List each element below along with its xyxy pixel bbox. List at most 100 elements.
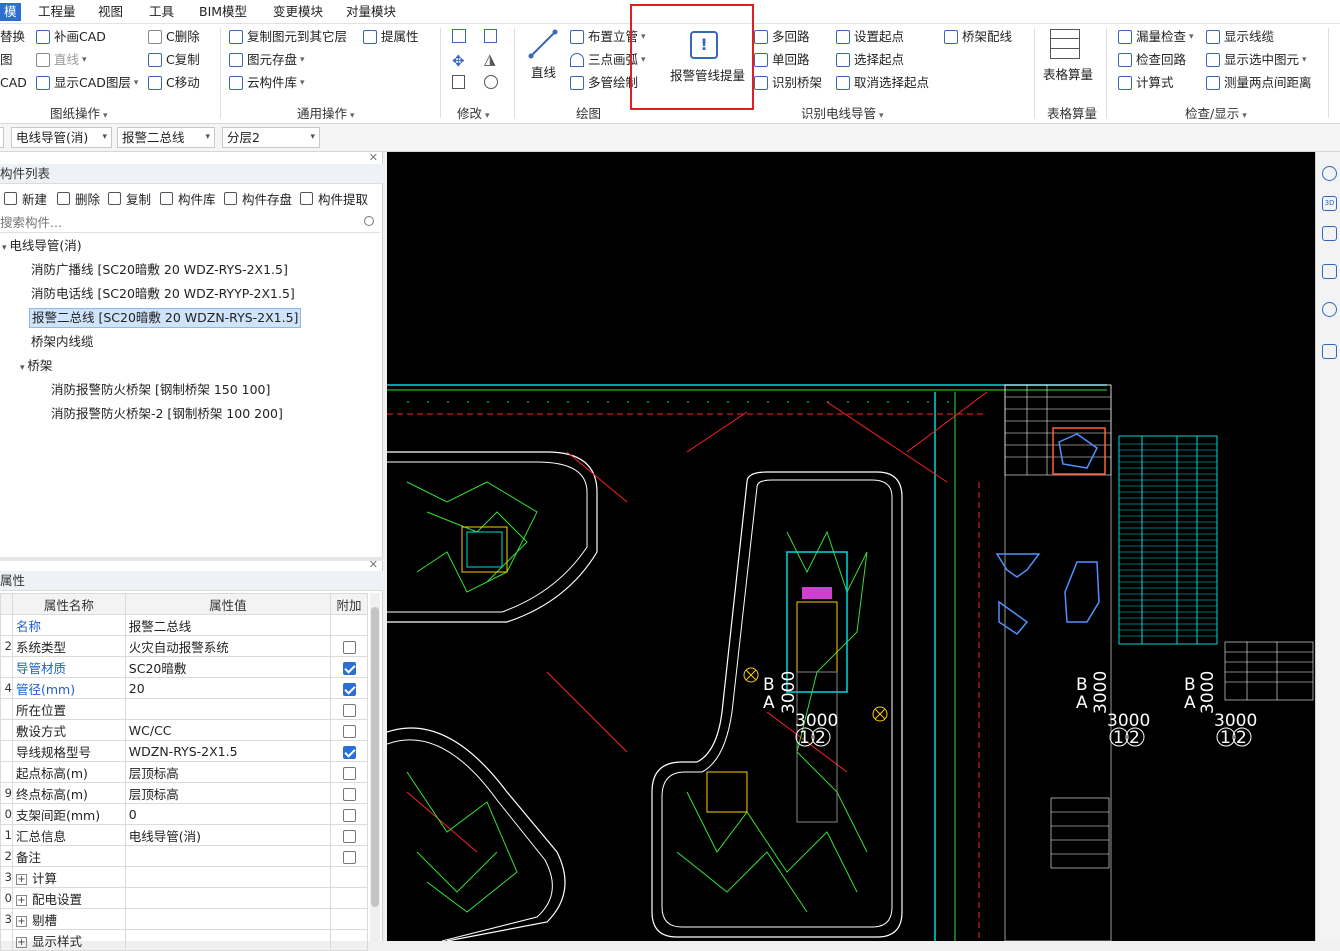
cloud-library-button[interactable]: 云构件库 ▾ bbox=[229, 73, 305, 93]
measure-distance-button[interactable]: 测量两点间距离 bbox=[1206, 73, 1312, 93]
property-row[interactable]: 0 支架间距(mm) 0 bbox=[0, 803, 368, 825]
menu-item-change[interactable]: 变更模块 bbox=[269, 3, 327, 21]
search-input[interactable] bbox=[0, 213, 380, 233]
expand-icon[interactable]: + bbox=[15, 873, 27, 885]
copy-tool-icon[interactable] bbox=[452, 29, 466, 43]
menu-item-bim-model[interactable]: BIM模型 bbox=[195, 3, 251, 21]
extra-checkbox[interactable] bbox=[342, 829, 356, 843]
tree-item-selected[interactable]: 报警二总线 [SC20暗敷 20 WDZN-RYS-2X1.5] bbox=[29, 308, 302, 328]
extra-checkbox[interactable] bbox=[342, 682, 356, 696]
show-selected-button[interactable]: 显示选中图元 ▾ bbox=[1206, 50, 1307, 70]
property-value[interactable]: 层顶标高 bbox=[124, 782, 332, 804]
menu-item-tools[interactable]: 工具 bbox=[145, 3, 178, 21]
component-extract-button[interactable]: 构件提取 bbox=[300, 189, 368, 208]
expand-icon[interactable]: + bbox=[15, 915, 27, 927]
show-cables-button[interactable]: 显示线缆 bbox=[1206, 27, 1274, 47]
component-save-button[interactable]: 构件存盘 bbox=[224, 189, 292, 208]
extra-checkbox[interactable] bbox=[342, 724, 356, 738]
component-library-button[interactable]: 构件库 bbox=[160, 189, 216, 208]
new-button[interactable]: 新建 bbox=[4, 189, 47, 208]
property-value[interactable]: 火灾自动报警系统 bbox=[124, 635, 332, 657]
alarm-pipe-quantity-button[interactable]: 报警管线提量 bbox=[670, 65, 745, 84]
property-value[interactable] bbox=[124, 929, 332, 951]
drawing-button[interactable]: 图 bbox=[0, 50, 13, 70]
element-save-button[interactable]: 图元存盘 ▾ bbox=[229, 50, 305, 70]
extra-checkbox[interactable] bbox=[342, 787, 356, 801]
reflect-tool-icon[interactable]: ◮ bbox=[484, 50, 496, 68]
property-value[interactable]: 0 bbox=[124, 803, 332, 825]
menu-item-reconcile[interactable]: 对量模块 bbox=[342, 3, 400, 21]
single-circuit-button[interactable]: 单回路 bbox=[754, 50, 810, 70]
component-select[interactable]: 报警二总线 ▾ bbox=[117, 127, 215, 148]
orbit-icon[interactable] bbox=[1322, 166, 1337, 181]
property-row[interactable]: 名称 报警二总线 bbox=[0, 614, 368, 636]
property-row[interactable]: 3 + 剔槽 bbox=[0, 908, 368, 930]
move-tool-icon[interactable]: ✥ bbox=[452, 52, 465, 70]
extra-checkbox[interactable] bbox=[342, 808, 356, 822]
property-value[interactable]: 电线导管(消) bbox=[124, 824, 332, 846]
scrollbar-thumb[interactable] bbox=[371, 607, 379, 907]
property-value[interactable]: 层顶标高 bbox=[124, 761, 332, 783]
menu-item-model[interactable]: 模 bbox=[0, 3, 21, 21]
line-button-disabled[interactable]: 直线 ▾ bbox=[36, 50, 87, 70]
property-value[interactable]: 20 bbox=[124, 677, 332, 699]
alarm-pipe-icon[interactable]: ! bbox=[690, 31, 718, 59]
multi-pipe-draw-button[interactable]: 多管绘制 bbox=[570, 73, 638, 93]
property-row[interactable]: 9 终点标高(m) 层顶标高 bbox=[0, 782, 368, 804]
straight-line-label[interactable]: 直线 bbox=[531, 62, 556, 81]
property-value[interactable] bbox=[124, 845, 332, 867]
menu-item-quantity[interactable]: 工程量 bbox=[34, 3, 80, 21]
box-view-icon[interactable] bbox=[1322, 264, 1337, 279]
copy-to-other-layer-button[interactable]: 复制图元到其它层 bbox=[229, 27, 347, 47]
property-row[interactable]: + 显示样式 bbox=[0, 929, 368, 951]
replace-button[interactable]: 替换 bbox=[0, 27, 25, 47]
table-calc-button[interactable]: 表格算量 bbox=[1043, 64, 1093, 83]
cube-view-icon[interactable] bbox=[1322, 226, 1337, 241]
property-value[interactable]: SC20暗敷 bbox=[124, 656, 332, 678]
close-icon[interactable]: ✕ bbox=[369, 558, 378, 571]
tree-item[interactable]: 消防报警防火桥架-2 [钢制桥架 100 200] bbox=[51, 404, 283, 424]
property-row[interactable]: 所在位置 bbox=[0, 698, 368, 720]
tree-item[interactable]: 消防电话线 [SC20暗敷 20 WDZ-RYYP-2X1.5] bbox=[31, 284, 295, 304]
properties-scrollbar[interactable] bbox=[370, 593, 380, 941]
property-value[interactable]: WDZN-RYS-2X1.5 bbox=[124, 740, 332, 762]
set-start-button[interactable]: 设置起点 bbox=[836, 27, 904, 47]
identify-tray-button[interactable]: 识别桥架 bbox=[754, 73, 822, 93]
cad-drawing[interactable]: B A 3000 3000 1 2 B A 3000 3000 1 2 B A … bbox=[387, 152, 1315, 941]
select-start-button[interactable]: 选择起点 bbox=[836, 50, 904, 70]
layer-view-icon[interactable] bbox=[1322, 344, 1337, 359]
property-row[interactable]: 0 + 配电设置 bbox=[0, 887, 368, 909]
expand-icon[interactable]: + bbox=[15, 894, 27, 906]
category-select[interactable]: 电线导管(消) ▾ bbox=[11, 127, 112, 148]
extra-checkbox[interactable] bbox=[342, 745, 356, 759]
property-row[interactable]: 4 管径(mm) 20 bbox=[0, 677, 368, 699]
tray-wiring-button[interactable]: 桥架配线 bbox=[944, 27, 1012, 47]
straight-line-icon[interactable] bbox=[527, 28, 559, 60]
extra-checkbox[interactable] bbox=[342, 661, 356, 675]
c-delete-button[interactable]: C删除 bbox=[148, 27, 200, 47]
table-calc-icon[interactable] bbox=[1050, 29, 1080, 59]
extract-attribute-button[interactable]: 提属性 bbox=[363, 27, 419, 47]
copy-button[interactable]: 复制 bbox=[108, 189, 151, 208]
tree-item[interactable]: 桥架内线缆 bbox=[31, 332, 94, 352]
layer-select[interactable]: 分层2 ▾ bbox=[222, 127, 320, 148]
expand-icon[interactable]: + bbox=[15, 936, 27, 948]
extra-checkbox[interactable] bbox=[342, 640, 356, 654]
delete-tool-icon[interactable] bbox=[452, 75, 465, 89]
property-value[interactable] bbox=[124, 908, 332, 930]
cad-button[interactable]: CAD bbox=[0, 73, 27, 93]
multi-circuit-button[interactable]: 多回路 bbox=[754, 27, 810, 47]
extra-checkbox[interactable] bbox=[342, 766, 356, 780]
combo-stub[interactable] bbox=[0, 127, 4, 148]
show-cad-layers-button[interactable]: 显示CAD图层 ▾ bbox=[36, 73, 138, 93]
property-row[interactable]: 2 备注 bbox=[0, 845, 368, 867]
property-value[interactable] bbox=[124, 887, 332, 909]
tree-item[interactable]: 消防广播线 [SC20暗敷 20 WDZ-RYS-2X1.5] bbox=[31, 260, 288, 280]
tree-group-tray[interactable]: ▾ 桥架 bbox=[20, 356, 52, 376]
property-row[interactable]: 3 + 计算 bbox=[0, 866, 368, 888]
property-value[interactable] bbox=[124, 698, 332, 720]
property-row[interactable]: 敷设方式 WC/CC bbox=[0, 719, 368, 741]
property-row[interactable]: 2 系统类型 火灾自动报警系统 bbox=[0, 635, 368, 657]
property-row[interactable]: 导管材质 SC20暗敷 bbox=[0, 656, 368, 678]
check-circuit-button[interactable]: 检查回路 bbox=[1118, 50, 1186, 70]
